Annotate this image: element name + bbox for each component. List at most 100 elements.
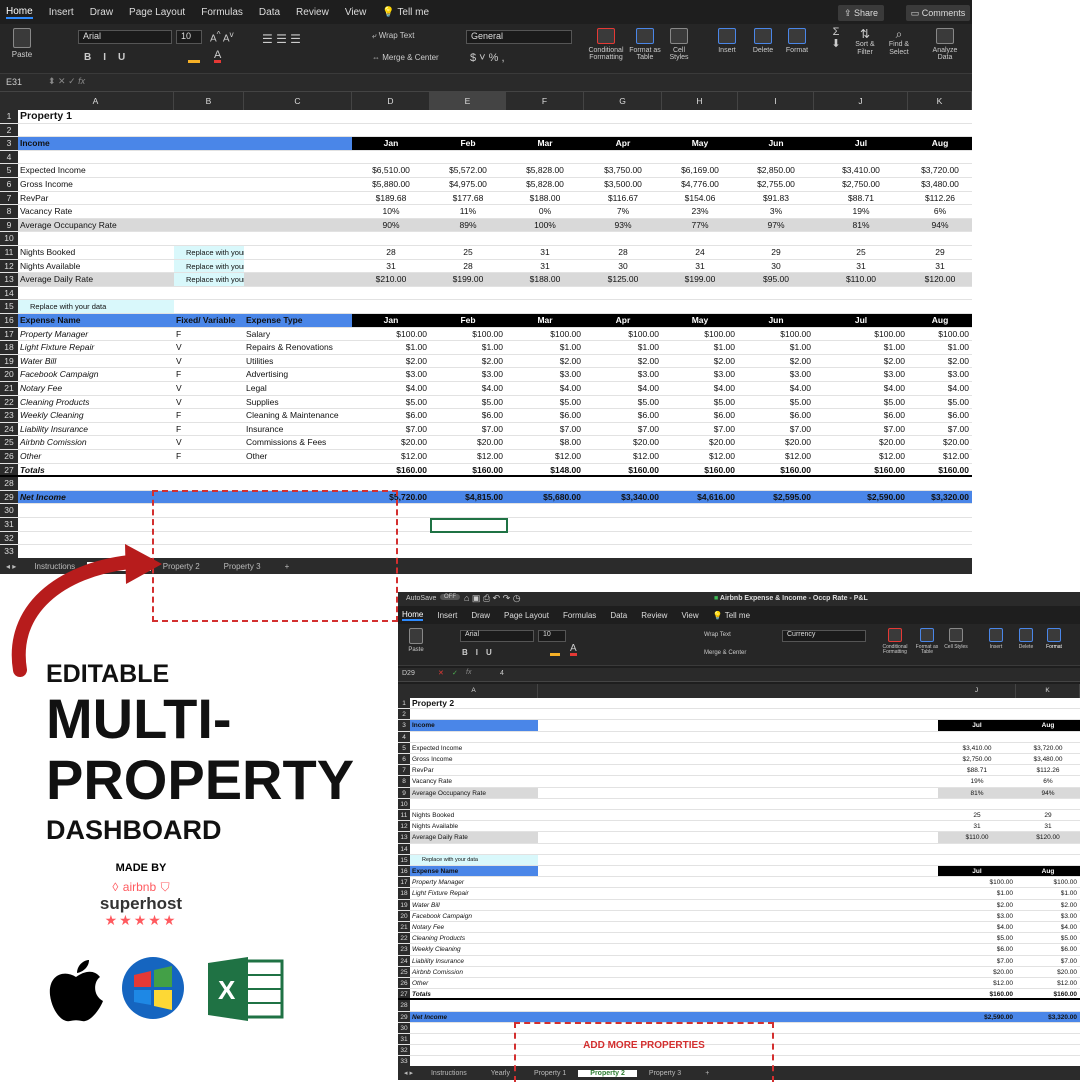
income-value[interactable]: 6% [908,205,972,218]
quick-access-icons[interactable]: ⌂ ▣ ⎙ ↶ ↷ ◷ [464,593,521,604]
currency-percent-icons[interactable]: $ ˅ % , [470,52,505,64]
row-number[interactable]: 8 [398,776,410,787]
income-value[interactable]: $3,500.00 [584,178,662,191]
nights-label[interactable]: Nights Available [18,260,174,273]
expense-value[interactable]: $7.00 [506,423,584,436]
expense-type[interactable]: Utilities [244,355,352,368]
expense-header[interactable]: Expense Name [18,314,174,327]
row-number[interactable]: 19 [0,354,18,368]
net-income-label[interactable]: Net Income [18,491,174,504]
expense-value[interactable]: $6.00 [430,409,506,422]
expense-name[interactable]: Property Manager [410,877,538,887]
month-header[interactable]: Apr [584,137,662,150]
fixed-variable[interactable]: V [174,396,244,409]
row-number[interactable]: 14 [398,843,410,854]
expense-name[interactable]: Weekly Cleaning [18,409,174,422]
expense-value[interactable]: $7.00 [584,423,662,436]
income-value[interactable]: $177.68 [430,192,506,205]
expense-value[interactable]: $2.00 [352,355,430,368]
selected-cell[interactable] [430,518,508,533]
insert-cells-button[interactable]: Insert [982,628,1010,650]
row-number[interactable]: 19 [398,899,410,910]
income-value[interactable]: 94% [908,218,972,232]
nights-value[interactable]: $210.00 [352,273,430,286]
column-header-A[interactable]: A [410,684,538,698]
expense-value[interactable]: $6.00 [1016,944,1080,954]
total-value[interactable]: $160.00 [584,464,662,476]
font-size-grow-icon[interactable]: A^ Av [210,29,234,44]
nights-label[interactable]: Nights Available [410,821,538,831]
income-value[interactable]: 90% [352,218,430,232]
merge-center-button[interactable]: ⇔ Merge & Center [372,53,439,63]
wrap-text-button[interactable]: ⤶ Wrap Text [372,31,414,41]
expense-value[interactable]: $3.00 [1016,911,1080,921]
income-label[interactable]: Average Occupancy Rate [18,218,352,232]
expense-value[interactable]: $2.00 [738,355,814,368]
menu-tab-tell-me[interactable]: 💡 Tell me [713,611,750,620]
row-number[interactable]: 33 [398,1056,410,1066]
month-header[interactable]: Mar [506,314,584,327]
nights-value[interactable]: 31 [352,260,430,273]
nights-value[interactable]: $188.00 [506,273,584,286]
format-as-table-button[interactable]: Format as Table [628,28,662,62]
income-value[interactable]: $2,850.00 [738,164,814,177]
nights-value[interactable]: $95.00 [738,273,814,286]
sort-filter-button[interactable]: ⇅ Sort & Filter [850,27,880,57]
autosum-icon[interactable]: Σ ⬇ [826,26,846,50]
expense-value[interactable]: $4.00 [938,922,1016,932]
income-label[interactable]: Vacancy Rate [410,776,538,786]
month-header[interactable]: Jan [352,314,430,327]
expense-type[interactable]: Commissions & Fees [244,436,352,449]
fill-color-icon[interactable] [188,51,200,63]
expense-value[interactable]: $12.00 [430,450,506,463]
row-number[interactable]: 30 [398,1022,410,1033]
nights-value[interactable]: $110.00 [814,273,908,286]
font-name-dropdown[interactable]: Arial [460,630,534,642]
expense-value[interactable]: $100.00 [938,877,1016,887]
income-value[interactable]: $3,410.00 [938,743,1016,753]
menu-tab-insert[interactable]: Insert [437,611,457,620]
delete-cells-button[interactable]: Delete [1012,628,1040,650]
expense-value[interactable]: $1.00 [662,341,738,354]
row-number[interactable]: 21 [0,382,18,395]
net-income-value[interactable]: $2,595.00 [738,491,814,504]
expense-type[interactable]: Other [244,450,352,463]
expense-name[interactable]: Other [410,978,538,988]
menu-tab-page-layout[interactable]: Page Layout [504,611,549,620]
menu-tab-formulas[interactable]: Formulas [201,7,243,18]
row-number[interactable]: 20 [0,368,18,381]
row-number[interactable]: 12 [0,259,18,273]
total-value[interactable]: $160.00 [908,464,972,476]
expense-type[interactable]: Salary [244,328,352,341]
fixed-variable[interactable]: F [174,368,244,381]
income-label[interactable]: Vacancy Rate [18,205,352,218]
font-name-dropdown[interactable]: Arial [78,30,172,44]
income-value[interactable]: $3,720.00 [1016,743,1080,753]
row-number[interactable]: 30 [0,504,18,517]
name-box[interactable]: E31 [6,77,22,87]
expense-value[interactable]: $4.00 [430,382,506,395]
income-value[interactable]: 10% [352,205,430,218]
expense-name[interactable]: Water Bill [410,900,538,910]
row-number[interactable]: 15 [398,854,410,865]
row-number[interactable]: 9 [0,218,18,232]
expense-type[interactable]: Cleaning & Maintenance [244,409,352,422]
income-value[interactable]: $4,975.00 [430,178,506,191]
expense-value[interactable]: $6.00 [662,409,738,422]
sheet-tab-instructions[interactable]: Instructions [419,1070,479,1077]
expense-type[interactable]: Repairs & Renovations [244,341,352,354]
row-number[interactable]: 4 [398,731,410,742]
total-value[interactable]: $160.00 [430,464,506,476]
month-header[interactable]: Jul [938,866,1016,877]
income-value[interactable]: $3,720.00 [908,164,972,177]
expense-value[interactable]: $1.00 [584,341,662,354]
row-number[interactable]: 1 [398,698,410,709]
expense-value[interactable]: $12.00 [938,978,1016,988]
income-label[interactable]: Gross Income [18,178,352,191]
column-header-K[interactable]: K [908,92,972,110]
bold-italic-underline-buttons[interactable]: BIU [462,648,500,657]
month-header[interactable]: May [662,137,738,150]
nights-label[interactable]: Average Daily Rate [410,832,538,843]
row-number[interactable]: 23 [398,944,410,955]
month-header[interactable]: May [662,314,738,327]
